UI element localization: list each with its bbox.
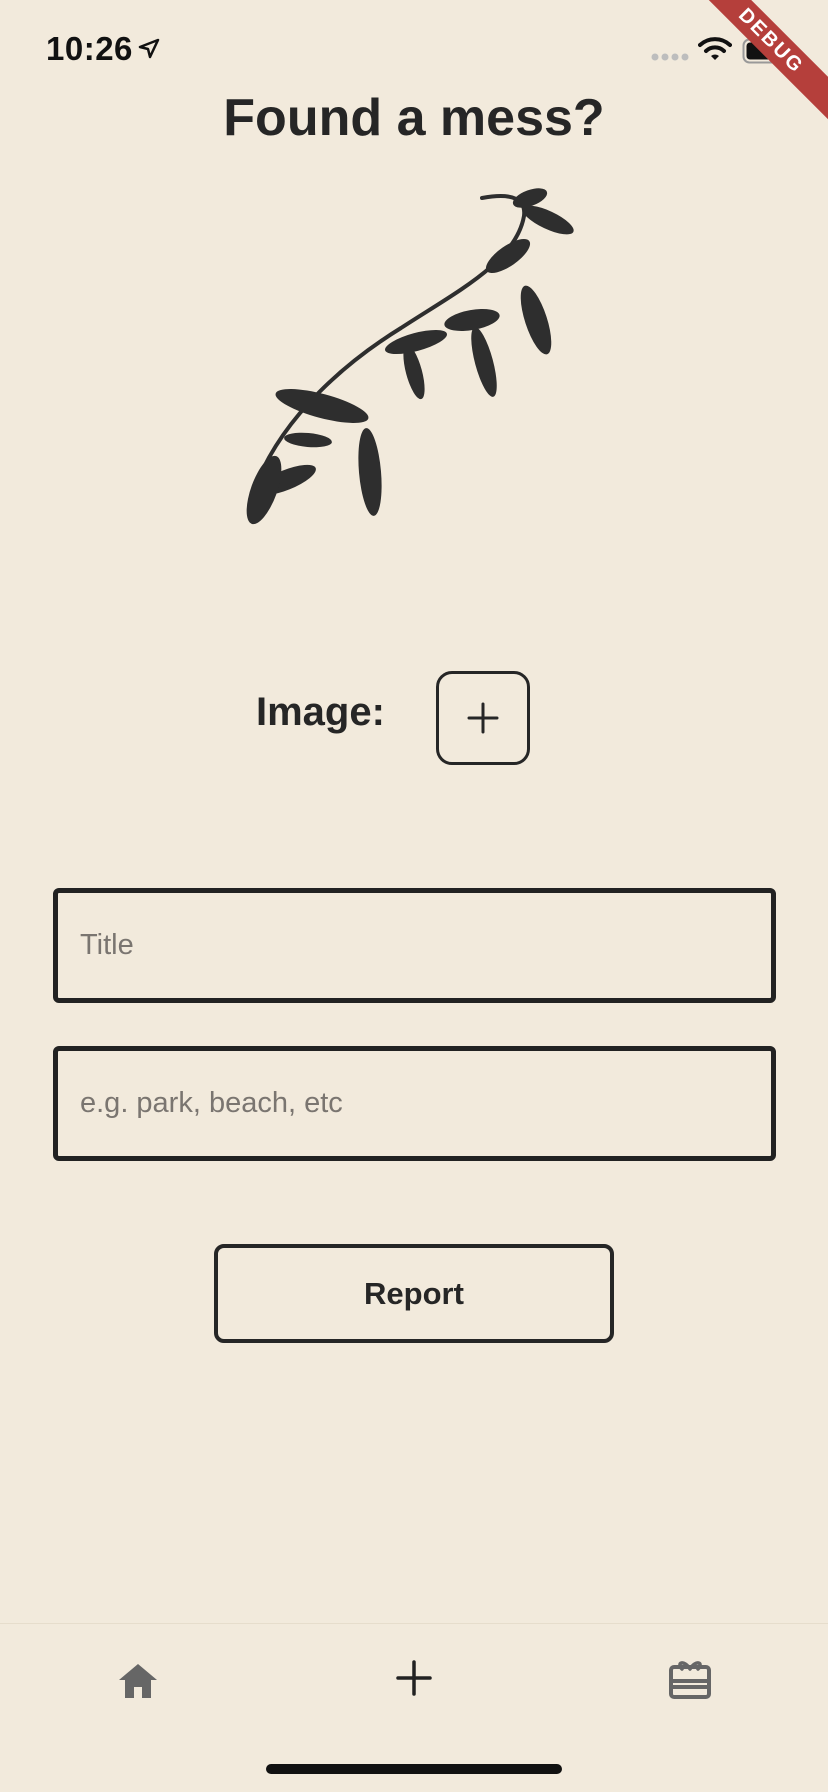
home-icon[interactable] xyxy=(117,1660,159,1702)
signal-icon xyxy=(651,53,689,61)
add-image-button[interactable] xyxy=(436,671,530,765)
title-input[interactable] xyxy=(80,929,771,962)
title-field[interactable] xyxy=(53,888,776,1003)
leafy-branch-illustration xyxy=(246,188,574,525)
image-label: Image: xyxy=(256,690,385,734)
plus-icon[interactable] xyxy=(396,1660,432,1696)
location-arrow-icon xyxy=(138,38,160,59)
status-bar: 10:26 xyxy=(0,0,828,100)
page-title: Found a mess? xyxy=(223,89,605,147)
wifi-icon xyxy=(698,37,732,60)
plus-icon xyxy=(467,702,499,734)
location-input[interactable] xyxy=(80,1087,771,1120)
gift-card-icon[interactable] xyxy=(668,1657,712,1701)
report-button[interactable]: Report xyxy=(214,1244,614,1343)
status-time: 10:26 xyxy=(46,30,133,67)
location-field[interactable] xyxy=(53,1046,776,1161)
home-indicator xyxy=(266,1764,562,1774)
